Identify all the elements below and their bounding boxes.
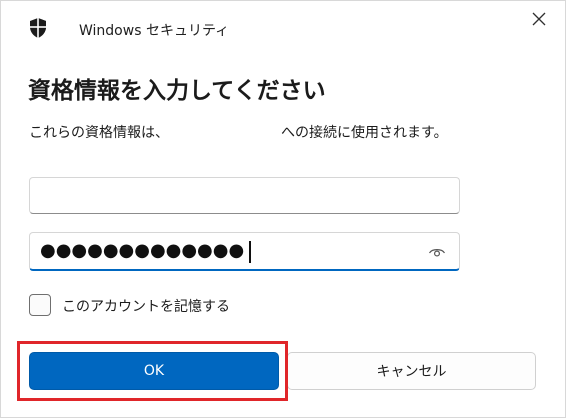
eye-icon[interactable] (428, 243, 446, 261)
dialog-heading: 資格情報を入力してください (28, 78, 326, 104)
dialog-description: これらの資格情報は、 への接続に使用されます。 (29, 122, 448, 142)
remember-checkbox[interactable] (29, 294, 51, 316)
cancel-button[interactable]: キャンセル (287, 352, 536, 390)
window-title: Windows セキュリティ (79, 23, 230, 39)
title-bar: Windows セキュリティ (1, 1, 565, 51)
password-mask: ●●●●●●●●●●●●● (40, 240, 245, 261)
credential-dialog: Windows セキュリティ 資格情報を入力してください これらの資格情報は、 へ… (0, 0, 566, 418)
shield-icon (28, 17, 48, 39)
close-icon (532, 12, 546, 26)
description-suffix: への接続に使用されます。 (281, 125, 448, 141)
close-button[interactable] (527, 7, 551, 31)
password-field[interactable]: ●●●●●●●●●●●●● (29, 232, 460, 271)
ok-button-highlight (17, 341, 288, 401)
text-caret (249, 241, 251, 263)
username-field[interactable] (29, 177, 460, 214)
description-prefix: これらの資格情報は、 (29, 125, 169, 141)
remember-label[interactable]: このアカウントを記憶する (62, 296, 230, 316)
